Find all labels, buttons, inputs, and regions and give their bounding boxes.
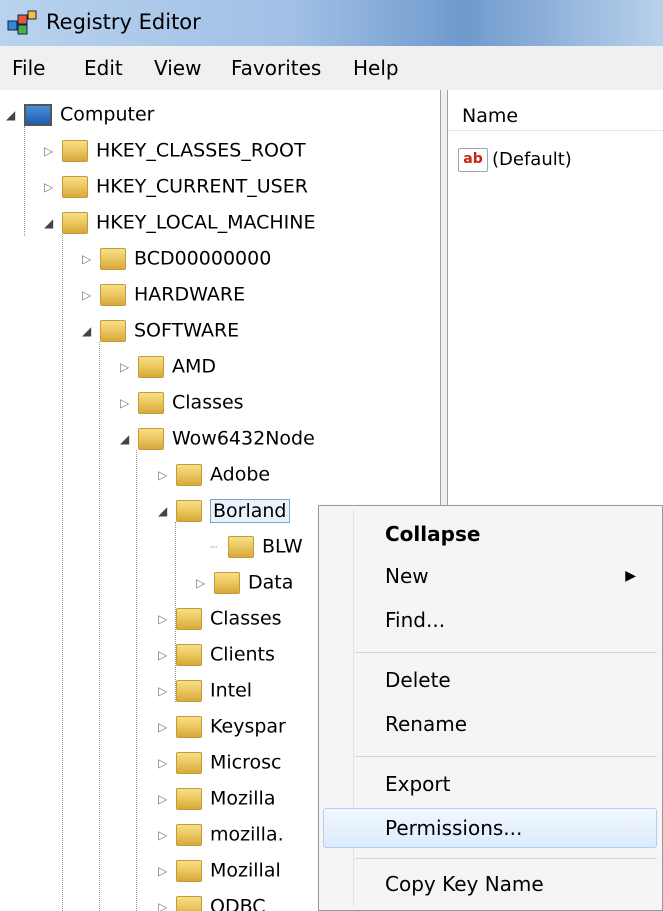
tree-node-hkey-classes-root[interactable]: ▷ HKEY_CLASSES_ROOT: [44, 132, 306, 168]
menu-bar: File Edit View Favorites Help: [0, 46, 663, 91]
expand-arrow-icon[interactable]: ▷: [158, 889, 172, 911]
tree-node-data[interactable]: ▷ Data: [196, 564, 293, 600]
folder-icon: [176, 643, 202, 666]
expand-arrow-icon[interactable]: ▷: [158, 817, 172, 853]
menu-separator: [355, 756, 657, 757]
expand-arrow-icon[interactable]: ▷: [158, 781, 172, 817]
collapse-arrow-icon[interactable]: ◢: [44, 205, 58, 241]
menu-file[interactable]: File: [12, 56, 45, 80]
column-header-name[interactable]: Name: [448, 90, 663, 131]
folder-icon: [138, 355, 164, 378]
folder-icon: [214, 571, 240, 594]
menu-favorites[interactable]: Favorites: [231, 56, 321, 80]
tree-node-blw[interactable]: ┈ BLW: [210, 528, 303, 564]
tree-node-wow6432node[interactable]: ◢ Wow6432Node: [120, 420, 315, 456]
menu-item-copy-key-name[interactable]: Copy Key Name: [385, 872, 544, 896]
folder-icon: [176, 751, 202, 774]
folder-icon: [176, 823, 202, 846]
menu-item-export[interactable]: Export: [385, 772, 450, 796]
folder-icon: [176, 607, 202, 630]
tree-node-mozilla[interactable]: ▷ Mozilla: [158, 780, 275, 816]
expand-arrow-icon[interactable]: ▷: [44, 133, 58, 169]
tree-node-amd[interactable]: ▷ AMD: [120, 348, 216, 384]
folder-icon: [176, 499, 202, 522]
tree-node-keyspan[interactable]: ▷ Keyspar: [158, 708, 286, 744]
tree-node-hardware[interactable]: ▷ HARDWARE: [82, 276, 245, 312]
folder-icon: [176, 463, 202, 486]
tree-node-clients[interactable]: ▷ Clients: [158, 636, 275, 672]
expand-arrow-icon[interactable]: ▷: [158, 673, 172, 709]
value-row-default[interactable]: ab (Default): [458, 148, 572, 172]
folder-icon: [100, 247, 126, 270]
selected-key-label: Borland: [210, 498, 290, 523]
folder-icon: [228, 535, 254, 558]
tree-node-hkey-current-user[interactable]: ▷ HKEY_CURRENT_USER: [44, 168, 308, 204]
folder-icon: [138, 391, 164, 414]
tree-node-mozillaplugins[interactable]: ▷ Mozillal: [158, 852, 281, 888]
folder-icon: [138, 427, 164, 450]
menu-item-find[interactable]: Find...: [385, 608, 445, 632]
tree-node-bcd[interactable]: ▷ BCD00000000: [82, 240, 271, 276]
expand-arrow-icon[interactable]: ▷: [158, 745, 172, 781]
menu-item-collapse[interactable]: Collapse: [385, 522, 480, 546]
menu-separator: [355, 858, 657, 859]
menu-item-new[interactable]: New: [385, 564, 429, 588]
context-menu: Collapse New ▶ Find... Delete Rename Exp…: [318, 505, 663, 911]
expand-arrow-icon[interactable]: ▷: [158, 853, 172, 889]
expand-arrow-icon[interactable]: ▷: [120, 349, 134, 385]
folder-icon: [62, 139, 88, 162]
folder-icon: [100, 319, 126, 342]
expand-arrow-icon[interactable]: ▷: [196, 565, 210, 601]
collapse-arrow-icon[interactable]: ◢: [158, 493, 172, 529]
expand-arrow-icon[interactable]: ▷: [44, 169, 58, 205]
folder-icon: [176, 895, 202, 911]
string-value-icon: ab: [458, 148, 488, 172]
tree-node-classes[interactable]: ▷ Classes: [120, 384, 244, 420]
folder-icon: [176, 859, 202, 882]
tree-guide-line: [62, 234, 63, 911]
window-title: Registry Editor: [46, 10, 201, 34]
menu-edit[interactable]: Edit: [84, 56, 123, 80]
folder-icon: [62, 211, 88, 234]
tree-node-hkey-local-machine[interactable]: ◢ HKEY_LOCAL_MACHINE: [44, 204, 316, 240]
collapse-arrow-icon[interactable]: ◢: [82, 313, 96, 349]
folder-icon: [176, 715, 202, 738]
tree-node-software[interactable]: ◢ SOFTWARE: [82, 312, 239, 348]
expand-arrow-icon[interactable]: ▷: [120, 385, 134, 421]
collapse-arrow-icon[interactable]: ◢: [6, 97, 20, 133]
expand-arrow-icon[interactable]: ▷: [82, 277, 96, 313]
tree-node-intel[interactable]: ▷ Intel: [158, 672, 252, 708]
tree-guide-line: [24, 126, 25, 236]
tree-node-computer[interactable]: ◢ Computer: [6, 96, 154, 132]
tree-guide-line: [136, 450, 137, 911]
tree-node-mozilla-org[interactable]: ▷ mozilla.: [158, 816, 284, 852]
folder-icon: [176, 787, 202, 810]
collapse-arrow-icon[interactable]: ◢: [120, 421, 134, 457]
menu-separator: [355, 652, 657, 653]
registry-editor-icon: [7, 10, 37, 35]
menu-item-permissions[interactable]: Permissions...: [385, 816, 522, 840]
expand-arrow-icon[interactable]: ▷: [158, 601, 172, 637]
folder-icon: [62, 175, 88, 198]
menu-help[interactable]: Help: [353, 56, 399, 80]
tree-node-microsoft[interactable]: ▷ Microsc: [158, 744, 281, 780]
tree-node-odbc[interactable]: ▷ ODBC: [158, 888, 266, 911]
expand-arrow-icon[interactable]: ▷: [158, 637, 172, 673]
folder-icon: [176, 679, 202, 702]
submenu-arrow-icon: ▶: [625, 568, 636, 584]
tree-guide-line: [99, 342, 100, 911]
menu-item-delete[interactable]: Delete: [385, 668, 451, 692]
expand-arrow-icon[interactable]: ▷: [82, 241, 96, 277]
folder-icon: [100, 283, 126, 306]
expand-arrow-icon[interactable]: ▷: [158, 709, 172, 745]
expand-arrow-icon[interactable]: ▷: [158, 457, 172, 493]
tree-connector: ┈: [210, 539, 218, 554]
title-bar: Registry Editor: [0, 0, 663, 46]
tree-node-classes-2[interactable]: ▷ Classes: [158, 600, 282, 636]
menu-item-rename[interactable]: Rename: [385, 712, 467, 736]
computer-icon: [24, 103, 52, 126]
tree-node-borland[interactable]: ◢ Borland: [158, 492, 290, 528]
tree-node-adobe[interactable]: ▷ Adobe: [158, 456, 270, 492]
menu-view[interactable]: View: [154, 56, 201, 80]
